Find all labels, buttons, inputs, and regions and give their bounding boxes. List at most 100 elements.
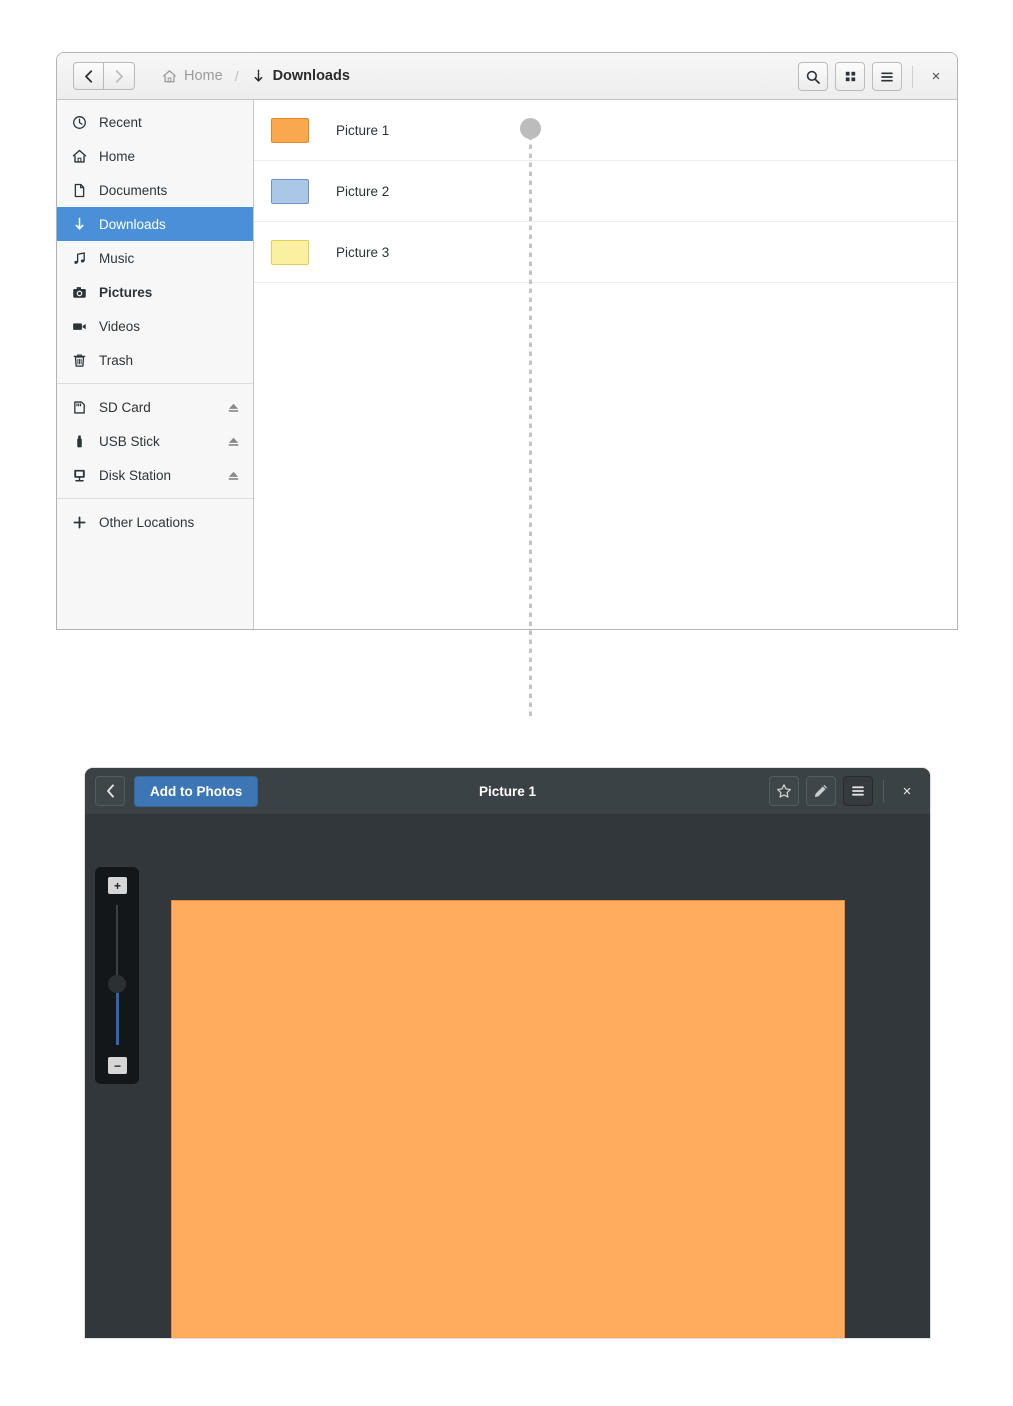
sidebar-item-disk-station[interactable]: Disk Station (57, 458, 253, 492)
zoom-out-button[interactable]: − (108, 1057, 127, 1074)
sidebar-item-trash[interactable]: Trash (57, 343, 253, 377)
file-name: Picture 2 (336, 183, 390, 199)
sidebar: Recent Home Documents Downloads Music Pi… (57, 100, 254, 629)
sidebar-item-other-locations[interactable]: Other Locations (57, 505, 253, 539)
menu-button[interactable] (843, 776, 873, 806)
add-to-photos-button[interactable]: Add to Photos (134, 775, 259, 807)
zoom-slider-fill (116, 989, 119, 1045)
minus-icon: − (113, 1058, 121, 1073)
chevron-left-icon (85, 69, 93, 83)
sidebar-item-downloads[interactable]: Downloads (57, 207, 253, 241)
download-icon (71, 217, 87, 232)
close-icon: × (931, 68, 941, 85)
camera-icon (71, 285, 87, 300)
close-window-button[interactable]: × (923, 64, 949, 90)
file-manager-body: Recent Home Documents Downloads Music Pi… (57, 100, 957, 629)
zoom-slider[interactable]: + − (95, 867, 139, 1084)
file-thumbnail (271, 178, 309, 204)
document-icon (71, 183, 87, 198)
eject-icon[interactable] (226, 468, 241, 483)
image-viewer-canvas: + − (85, 814, 930, 1338)
image-preview[interactable] (171, 900, 845, 1338)
sidebar-label: Pictures (99, 284, 153, 300)
image-viewer-toolbar: × (769, 768, 920, 814)
plus-icon (71, 515, 87, 530)
file-row-picture-1[interactable]: Picture 1 (254, 100, 957, 161)
edit-button[interactable] (806, 776, 836, 806)
sidebar-item-home[interactable]: Home (57, 139, 253, 173)
search-icon (806, 70, 820, 84)
chevron-left-icon (106, 784, 114, 798)
file-name: Picture 3 (336, 244, 390, 260)
file-thumbnail (271, 239, 309, 265)
file-manager-window: Home / Downloads × Recent Home Documents… (56, 52, 958, 630)
clock-icon (71, 115, 87, 130)
breadcrumb-item-downloads[interactable]: Downloads (248, 66, 353, 86)
chevron-right-icon (115, 69, 123, 83)
sidebar-item-recent[interactable]: Recent (57, 105, 253, 139)
close-window-button[interactable]: × (894, 778, 920, 804)
star-icon (777, 784, 791, 798)
sidebar-item-videos[interactable]: Videos (57, 309, 253, 343)
grid-icon (845, 71, 855, 82)
close-icon: × (902, 782, 912, 800)
pencil-icon (814, 784, 828, 798)
file-row-picture-2[interactable]: Picture 2 (254, 161, 957, 222)
breadcrumb-label-downloads: Downloads (272, 68, 350, 84)
favorite-button[interactable] (769, 776, 799, 806)
zoom-in-button[interactable]: + (108, 877, 127, 894)
drag-guide-line (529, 138, 532, 718)
download-icon (254, 69, 263, 82)
sidebar-label: Videos (99, 318, 141, 334)
breadcrumb-label-home: Home (184, 68, 223, 84)
back-button[interactable] (95, 776, 125, 806)
eject-icon[interactable] (226, 400, 241, 415)
breadcrumb: Home / Downloads (159, 66, 353, 86)
grid-view-button[interactable] (835, 62, 865, 91)
home-icon (163, 69, 176, 82)
sidebar-item-usb-stick[interactable]: USB Stick (57, 424, 253, 458)
eject-icon[interactable] (226, 434, 241, 449)
music-note-icon (71, 251, 87, 266)
hamburger-icon (881, 71, 893, 82)
toolbar-divider (912, 65, 913, 88)
sidebar-label: Downloads (99, 216, 166, 232)
sidebar-item-pictures[interactable]: Pictures (57, 275, 253, 309)
sidebar-item-music[interactable]: Music (57, 241, 253, 275)
file-row-picture-3[interactable]: Picture 3 (254, 222, 957, 283)
toolbar-divider (883, 780, 884, 802)
screen: Home / Downloads × Recent Home Documents… (0, 0, 1013, 1406)
trash-icon (71, 353, 87, 368)
sidebar-label: USB Stick (99, 433, 160, 449)
back-button[interactable] (73, 62, 104, 90)
menu-button[interactable] (872, 62, 902, 91)
file-thumbnail (271, 117, 309, 143)
sidebar-item-documents[interactable]: Documents (57, 173, 253, 207)
sd-card-icon (71, 400, 87, 415)
breadcrumb-item-home[interactable]: Home (159, 66, 226, 86)
sidebar-label: Music (99, 250, 135, 266)
zoom-slider-handle[interactable] (108, 975, 126, 993)
home-icon (71, 149, 87, 164)
video-camera-icon (71, 319, 87, 334)
drag-handle[interactable] (520, 118, 541, 139)
sidebar-label: Other Locations (99, 514, 195, 530)
sidebar-label: SD Card (99, 399, 151, 415)
sidebar-label: Recent (99, 114, 142, 130)
image-viewer-window: Add to Photos Picture 1 × + − (85, 768, 930, 1338)
add-to-photos-label: Add to Photos (150, 783, 243, 799)
sidebar-divider (57, 383, 253, 384)
forward-button[interactable] (104, 62, 135, 90)
sidebar-label: Disk Station (99, 467, 172, 483)
navigation-buttons (73, 62, 135, 90)
sidebar-divider (57, 498, 253, 499)
file-manager-toolbar: × (798, 53, 949, 100)
sidebar-label: Trash (99, 352, 134, 368)
file-list: Picture 1 Picture 2 Picture 3 (254, 100, 957, 629)
usb-stick-icon (71, 434, 87, 449)
sidebar-item-sd-card[interactable]: SD Card (57, 390, 253, 424)
breadcrumb-separator: / (234, 68, 239, 84)
search-button[interactable] (798, 62, 828, 91)
image-viewer-titlebar: Add to Photos Picture 1 × (85, 768, 930, 814)
disk-station-icon (71, 468, 87, 483)
